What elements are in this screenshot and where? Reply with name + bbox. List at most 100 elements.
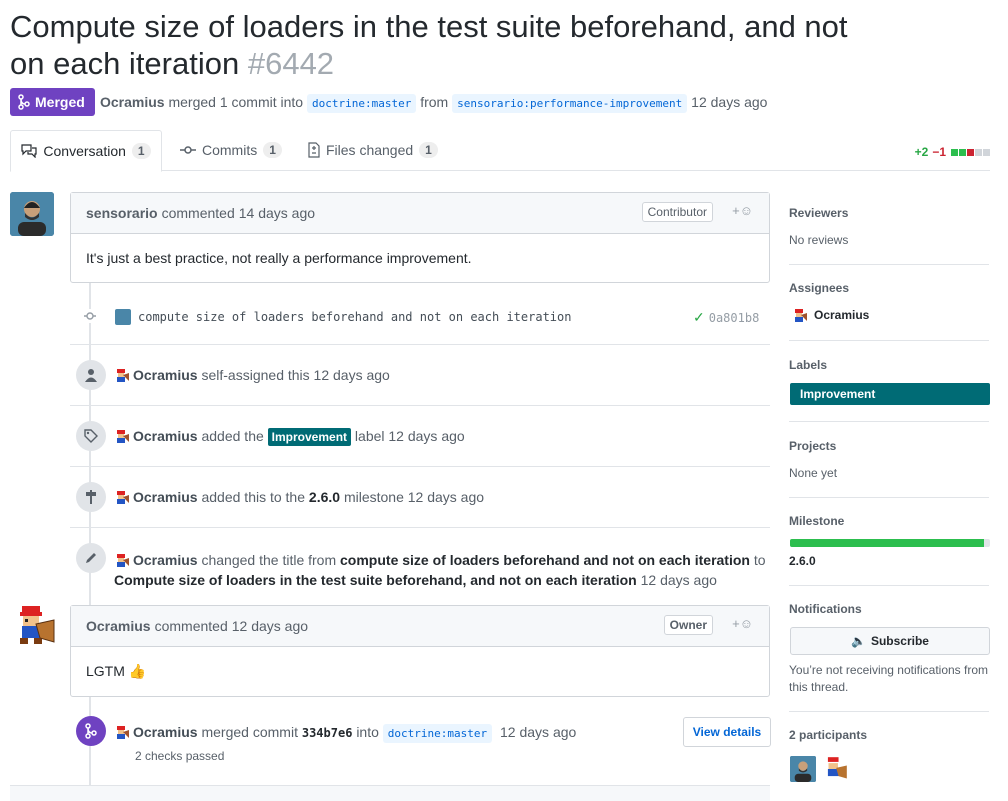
comment-sensorario: sensorario commented 14 days ago Contrib… xyxy=(70,192,770,283)
sidebar-separator xyxy=(789,421,989,422)
sensorario-avatar[interactable] xyxy=(10,192,54,236)
file-diff-icon xyxy=(308,142,320,158)
add-reaction-icon[interactable]: +☺ xyxy=(732,203,753,218)
diffstat-blocks xyxy=(950,145,990,159)
tab-files-label: Files changed xyxy=(326,142,414,158)
event-actor[interactable]: Ocramius xyxy=(133,552,198,568)
owner-badge: Owner xyxy=(663,615,713,635)
view-details-button[interactable]: View details xyxy=(683,717,771,747)
reviewers-heading[interactable]: Reviewers xyxy=(789,206,848,220)
event-merged: Ocramius merged commit 334b7e6 into doct… xyxy=(114,724,576,743)
contributor-badge: Contributor xyxy=(641,202,713,222)
ocramius-mini-avatar[interactable] xyxy=(114,367,130,383)
subscribe-label: Subscribe xyxy=(870,634,929,648)
speaker-icon: 🔈 xyxy=(851,634,866,648)
pr-title: Compute size of loaders in the test suit… xyxy=(10,8,850,82)
comment-action: commented xyxy=(161,205,235,221)
event-milestoned: Ocramius added this to the 2.6.0 milesto… xyxy=(114,489,484,505)
ocramius-mini-avatar[interactable] xyxy=(114,428,130,444)
commit-icon xyxy=(180,146,196,154)
merge-icon xyxy=(18,94,30,110)
ocramius-mini-avatar[interactable] xyxy=(114,552,130,568)
participant-avatar-sensorario[interactable] xyxy=(790,756,816,782)
merge-commit-sha[interactable]: 334b7e6 xyxy=(302,726,353,740)
tab-files-changed[interactable]: Files changed 1 xyxy=(308,130,438,170)
tab-files-count: 1 xyxy=(419,142,438,158)
sidebar-label-improvement[interactable]: Improvement xyxy=(790,383,990,405)
timeline-separator xyxy=(70,405,770,406)
diffstat-deletions: −1 xyxy=(932,145,946,159)
tab-conversation[interactable]: Conversation 1 xyxy=(10,130,162,172)
labels-heading[interactable]: Labels xyxy=(789,358,827,372)
merged-label: Merged xyxy=(35,94,85,110)
event-time: 12 days ago xyxy=(640,572,717,588)
comment-author[interactable]: Ocramius xyxy=(86,618,151,634)
comment-body: LGTM 👍 xyxy=(86,663,147,679)
ocramius-mini-avatar[interactable] xyxy=(114,489,130,505)
new-title: Compute size of loaders in the test suit… xyxy=(114,572,637,588)
merged-state-badge: Merged xyxy=(10,88,95,116)
conversation-icon xyxy=(21,144,38,158)
event-into: into xyxy=(356,724,379,740)
pr-author-link[interactable]: Ocramius xyxy=(100,94,165,110)
diffstat: +2 −1 xyxy=(915,145,990,159)
comment-header: Ocramius commented 12 days ago Owner +☺ xyxy=(71,606,769,647)
event-renamed: Ocramius changed the title from compute … xyxy=(114,550,774,590)
sidebar-separator xyxy=(789,585,989,586)
merge-event-icon xyxy=(76,716,106,746)
commit-author-avatar[interactable] xyxy=(115,309,131,325)
milestone-link[interactable]: 2.6.0 xyxy=(309,489,340,505)
milestone-progress-fill xyxy=(790,539,984,547)
comment-ocramius: Ocramius commented 12 days ago Owner +☺ … xyxy=(70,605,770,697)
event-actor[interactable]: Ocramius xyxy=(133,367,198,383)
event-pre: merged commit xyxy=(201,724,298,740)
subscribe-button[interactable]: 🔈 Subscribe xyxy=(790,627,990,655)
commit-sha[interactable]: 0a801b8 xyxy=(709,311,760,325)
tab-commits[interactable]: Commits 1 xyxy=(180,130,282,170)
base-branch[interactable]: doctrine:master xyxy=(306,94,417,113)
comment-author[interactable]: sensorario xyxy=(86,205,158,221)
event-self-assigned: Ocramius self-assigned this 12 days ago xyxy=(114,367,390,383)
assignees-heading[interactable]: Assignees xyxy=(789,281,849,295)
pr-time: 12 days ago xyxy=(691,94,768,110)
comment-time[interactable]: 12 days ago xyxy=(232,618,308,634)
ocramius-avatar[interactable] xyxy=(12,604,56,648)
commit-message[interactable]: compute size of loaders beforehand and n… xyxy=(138,310,571,324)
add-reaction-icon[interactable]: +☺ xyxy=(732,616,753,631)
event-actor[interactable]: Ocramius xyxy=(133,489,198,505)
participant-avatar-ocramius[interactable] xyxy=(822,756,848,782)
tab-commits-count: 1 xyxy=(263,142,282,158)
old-title: compute size of loaders beforehand and n… xyxy=(340,552,750,568)
commit-status: ✓ 0a801b8 xyxy=(693,309,759,326)
check-icon[interactable]: ✓ xyxy=(693,309,705,326)
comment-time[interactable]: 14 days ago xyxy=(239,205,315,221)
tag-icon xyxy=(76,421,106,451)
timeline-separator xyxy=(70,344,770,345)
event-labeled: Ocramius added the Improvement label 12 … xyxy=(114,428,465,446)
comment-action: commented xyxy=(154,618,228,634)
participants-heading: 2 participants xyxy=(789,728,868,742)
comment-body: It's just a best practice, not really a … xyxy=(86,250,472,266)
timeline-separator xyxy=(70,527,770,528)
merge-base-branch[interactable]: doctrine:master xyxy=(382,724,493,743)
head-branch[interactable]: sensorario:performance-improvement xyxy=(452,94,688,113)
pencil-icon xyxy=(76,543,106,573)
event-to: to xyxy=(753,552,766,568)
tab-commits-label: Commits xyxy=(202,142,258,158)
commit-dot-icon xyxy=(82,309,98,323)
milestone-heading[interactable]: Milestone xyxy=(789,514,844,528)
pr-title-text: Compute size of loaders in the test suit… xyxy=(10,9,848,81)
milestone-link[interactable]: 2.6.0 xyxy=(789,554,816,568)
assignee-item[interactable]: Ocramius xyxy=(792,307,869,323)
ocramius-mini-avatar[interactable] xyxy=(114,724,130,740)
projects-value: None yet xyxy=(789,466,838,480)
milestone-icon xyxy=(76,482,106,512)
pr-number: #6442 xyxy=(247,46,335,81)
timeline-footer xyxy=(10,785,770,801)
sidebar-separator xyxy=(789,264,989,265)
projects-heading[interactable]: Projects xyxy=(789,439,836,453)
person-icon xyxy=(76,360,106,390)
event-actor[interactable]: Ocramius xyxy=(133,724,198,740)
improvement-label[interactable]: Improvement xyxy=(267,428,352,446)
event-actor[interactable]: Ocramius xyxy=(133,428,198,444)
